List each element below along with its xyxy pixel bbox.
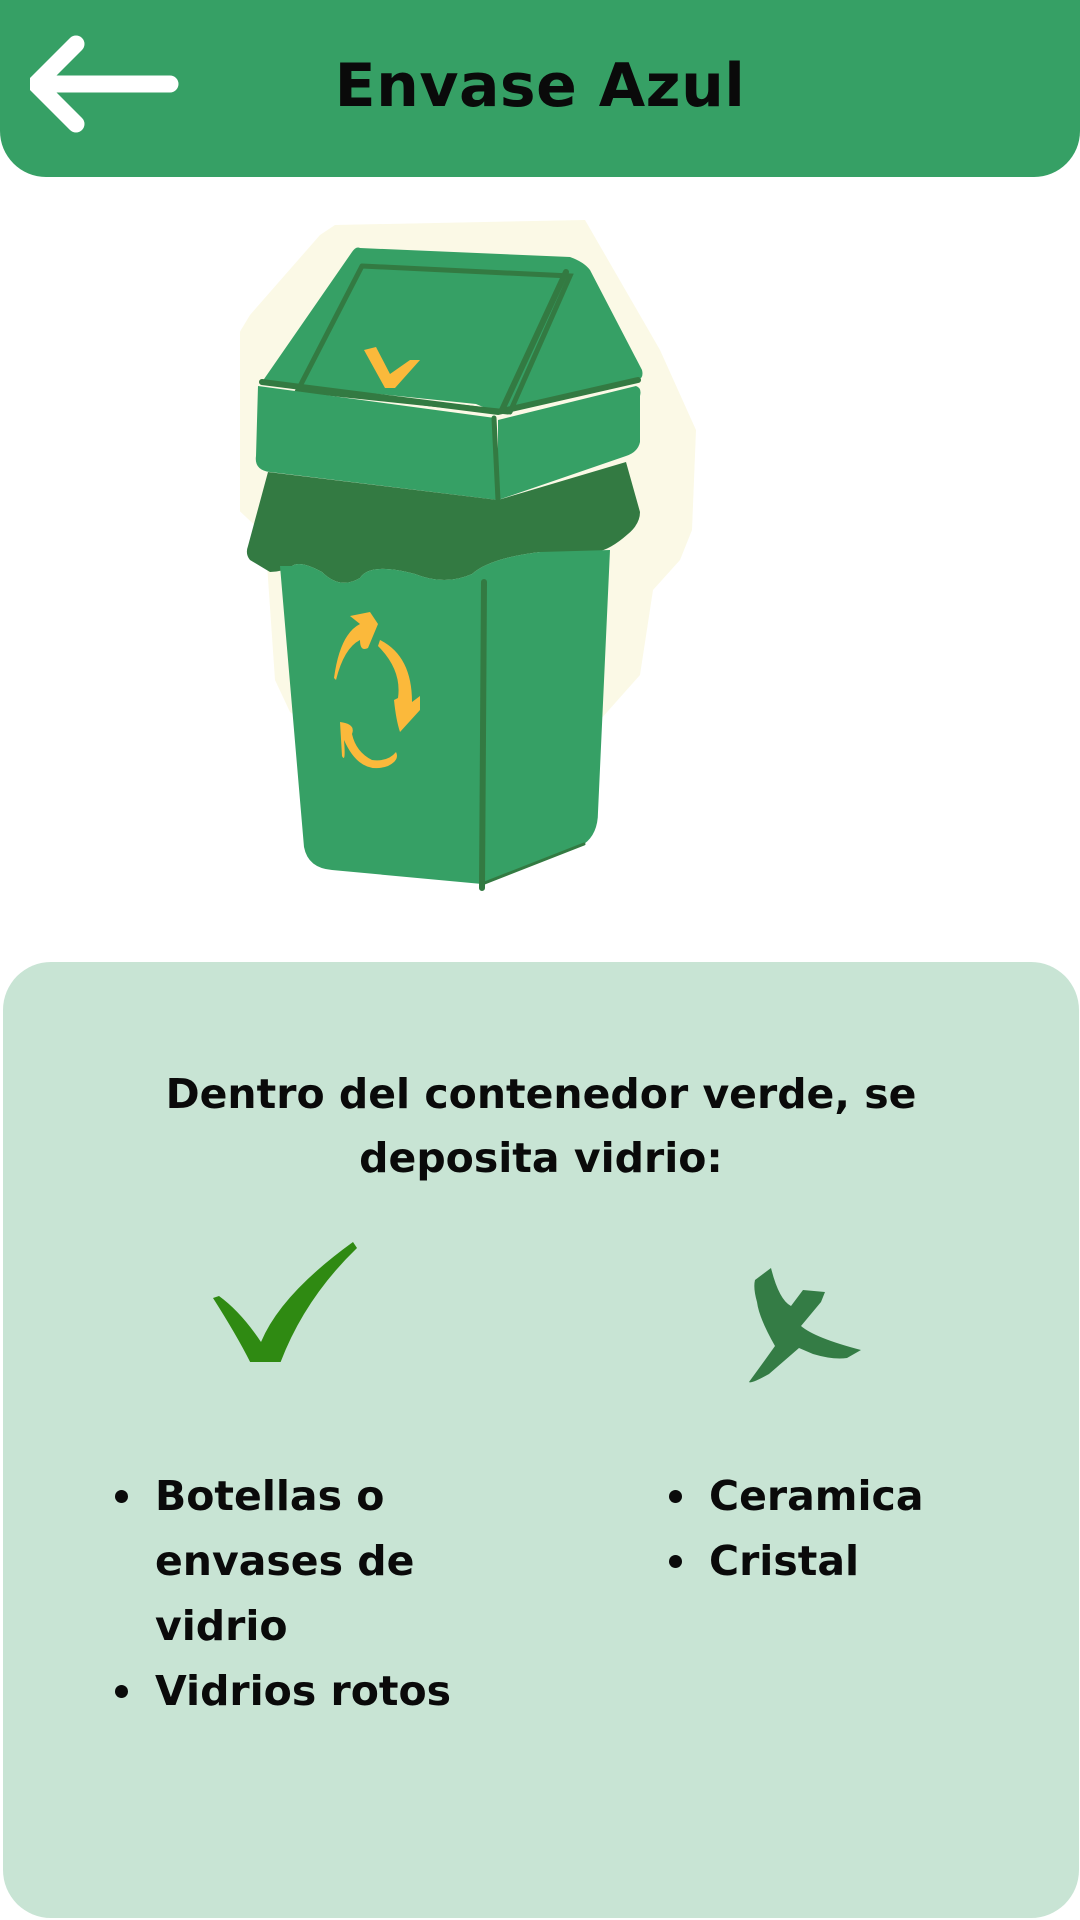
card-heading: Dentro del contenedor verde, se deposita…	[165, 1070, 917, 1182]
allowed-items-list: Botellas o envases de vidrio Vidrios rot…	[109, 1464, 489, 1724]
cross-icon	[743, 1262, 883, 1392]
header-bar: Envase Azul	[0, 0, 1080, 177]
forbidden-items-list: Ceramica Cristal	[663, 1464, 1043, 1594]
list-item: Cristal	[663, 1529, 1043, 1594]
page-title: Envase Azul	[334, 51, 746, 121]
info-card: Dentro del contenedor verde, se deposita…	[3, 962, 1079, 1918]
check-icon	[211, 1232, 361, 1362]
recycling-bin-illustration	[240, 200, 840, 940]
recycling-bin-icon	[240, 220, 696, 891]
list-item: Ceramica	[663, 1464, 1043, 1529]
list-item: Botellas o envases de vidrio	[109, 1464, 489, 1659]
list-item: Vidrios rotos	[109, 1659, 489, 1724]
